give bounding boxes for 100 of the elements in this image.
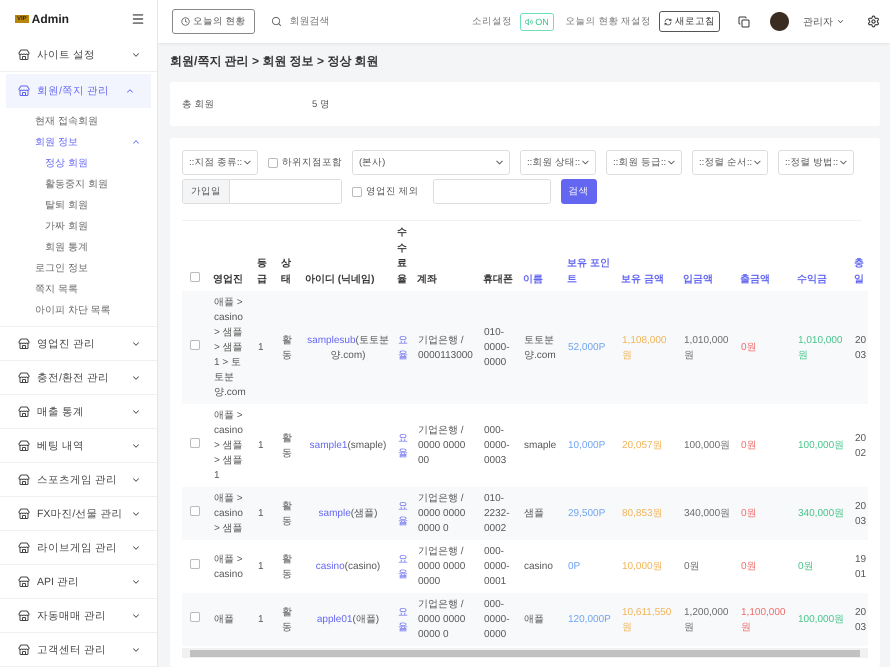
rate-link[interactable]: 요율 xyxy=(398,498,410,528)
store-icon xyxy=(18,542,30,554)
table-cell: 19 01 xyxy=(851,540,868,593)
checkbox[interactable] xyxy=(352,186,362,196)
table-cell: 010-0000-0000 xyxy=(480,291,520,404)
table-cell: 52,000P xyxy=(564,291,618,404)
sidebar-subitem[interactable]: 탈퇴 회원 xyxy=(0,194,157,215)
sidebar-subitem[interactable]: 가짜 회원 xyxy=(0,215,157,236)
checkbox[interactable] xyxy=(268,158,278,168)
table-cell: 기업은행 / 0000 0000 0000 0 xyxy=(414,593,480,646)
sidebar-subitem[interactable]: 정상 회원 xyxy=(0,152,157,173)
member-id[interactable]: casino(casino) xyxy=(302,540,394,593)
sidebar-item[interactable]: 고객센터 관리 xyxy=(0,633,157,667)
column-header: 수수료율 xyxy=(394,221,414,291)
settings-icon[interactable] xyxy=(867,15,880,28)
table-cell: 애플 xyxy=(520,593,564,646)
store-icon xyxy=(18,644,30,656)
today-button[interactable]: 오늘의 현황 xyxy=(172,9,255,34)
sidebar-subitem[interactable]: 현재 접속회원 xyxy=(0,110,157,131)
sidebar-item[interactable]: 영업진 관리 xyxy=(0,327,157,361)
table-cell: 기업은행 / 0000 0000 00 xyxy=(414,404,480,487)
store-icon xyxy=(18,406,30,418)
rate-link[interactable]: 요율 xyxy=(398,552,410,582)
sidebar-item[interactable]: 라이브게임 관리 xyxy=(0,531,157,565)
table-cell: 80,853원 xyxy=(618,487,680,540)
column-header: 상태 xyxy=(278,221,302,291)
member-id[interactable]: apple01(애플) xyxy=(302,593,394,646)
checkbox[interactable] xyxy=(190,612,200,622)
search-button[interactable]: 검색 xyxy=(560,179,597,204)
table-cell: 1 xyxy=(254,593,278,646)
input-field[interactable] xyxy=(432,179,551,204)
rate-link[interactable]: 요율 xyxy=(398,430,410,460)
rate-link[interactable]: 요율 xyxy=(398,604,410,634)
filter-select[interactable]: ::회원 상태:: xyxy=(520,150,596,175)
sidebar-item[interactable]: FX마진/선물 관리 xyxy=(0,497,157,531)
column-header[interactable]: 보유 포인트 xyxy=(564,221,618,291)
checkbox-label: 영업진 제외 xyxy=(366,185,419,198)
sidebar-subitem[interactable]: 쪽지 목록 xyxy=(0,278,157,299)
checkbox[interactable] xyxy=(190,272,200,282)
table-cell: 기업은행 / 0000 0000 0000 xyxy=(414,540,480,593)
sidebar-subitem[interactable]: 회원 정보 xyxy=(0,131,157,152)
column-header[interactable]: 수익금 xyxy=(794,221,851,291)
filter-select[interactable]: ::회원 등급:: xyxy=(606,150,682,175)
horizontal-scrollbar[interactable] xyxy=(182,648,868,658)
sidebar-item[interactable]: 사이트 설정 xyxy=(0,38,157,72)
sidebar-item[interactable]: 회원/쪽지 관리 xyxy=(6,74,151,108)
sidebar-subitem[interactable]: 로그인 정보 xyxy=(0,257,157,278)
table-cell: 0원 xyxy=(737,291,794,404)
filter-select[interactable]: ::정렬 방법:: xyxy=(778,150,854,175)
sidebar-item[interactable]: 매출 통계 xyxy=(0,395,157,429)
column-header: 계좌 xyxy=(414,221,480,291)
user-menu[interactable]: 관리자 xyxy=(797,14,851,30)
table-cell: 20,057원 xyxy=(618,404,680,487)
table-cell: casino xyxy=(520,540,564,593)
avatar xyxy=(770,12,789,31)
table-cell: 1,200,000원 xyxy=(680,593,737,646)
table-cell: 20 03 xyxy=(851,593,868,646)
copy-icon[interactable] xyxy=(738,16,750,28)
date-field[interactable]: 가입일 xyxy=(182,179,342,204)
column-header[interactable]: 보유 금액 xyxy=(618,221,680,291)
sidebar-item[interactable]: 스포츠게임 관리 xyxy=(0,463,157,497)
store-icon xyxy=(18,48,30,60)
store-icon xyxy=(18,338,30,350)
checkbox[interactable] xyxy=(190,506,200,516)
filter-select[interactable]: (본사) xyxy=(352,150,510,175)
table-cell: 애플 > casino xyxy=(210,540,254,593)
table-cell: 000-0000-0001 xyxy=(480,540,520,593)
filter-select[interactable]: ::정렬 순서:: xyxy=(692,150,768,175)
refresh-button[interactable]: 새로고침 xyxy=(659,11,720,32)
member-id[interactable]: sample1(smaple) xyxy=(302,404,394,487)
sidebar-item[interactable]: 충전/환전 관리 xyxy=(0,361,157,395)
filter-select[interactable]: ::지점 종류:: xyxy=(182,150,258,175)
table-cell: 0P xyxy=(564,540,618,593)
column-header: 휴대폰 xyxy=(480,221,520,291)
table-cell: 10,611,550원 xyxy=(618,593,680,646)
sidebar-item[interactable]: API 관리 xyxy=(0,565,157,599)
sidebar-subitem[interactable]: 아이피 차단 목록 xyxy=(0,299,157,320)
table-cell: 0원 xyxy=(737,487,794,540)
table-cell: 애플 > casino > 샘플 > 샘플 1 xyxy=(210,404,254,487)
sidebar-subitem[interactable]: 회원 통계 xyxy=(0,236,157,257)
member-id[interactable]: sample(샘플) xyxy=(302,487,394,540)
checkbox[interactable] xyxy=(190,340,200,350)
member-id[interactable]: samplesub(토토분양.com) xyxy=(302,291,394,404)
rate-link[interactable]: 요율 xyxy=(398,332,410,362)
table-cell: 0원 xyxy=(680,540,737,593)
checkbox[interactable] xyxy=(190,438,200,448)
sidebar-subitem[interactable]: 활동중지 회원 xyxy=(0,173,157,194)
table-cell: 0원 xyxy=(737,540,794,593)
column-header[interactable]: 입금액 xyxy=(680,221,737,291)
search-field[interactable]: 회원검색 xyxy=(288,15,398,28)
store-icon xyxy=(18,372,30,384)
sidebar-item[interactable]: 베팅 내역 xyxy=(0,429,157,463)
column-header[interactable]: 충 일 xyxy=(851,221,868,291)
column-header[interactable]: 출금액 xyxy=(737,221,794,291)
column-header[interactable]: 이름 xyxy=(520,221,564,291)
menu-icon[interactable] xyxy=(131,12,145,26)
sidebar-item[interactable]: 자동매매 관리 xyxy=(0,599,157,633)
summary-label: 총 회원 xyxy=(182,98,216,111)
table-cell: 1 xyxy=(254,540,278,593)
checkbox[interactable] xyxy=(190,559,200,569)
